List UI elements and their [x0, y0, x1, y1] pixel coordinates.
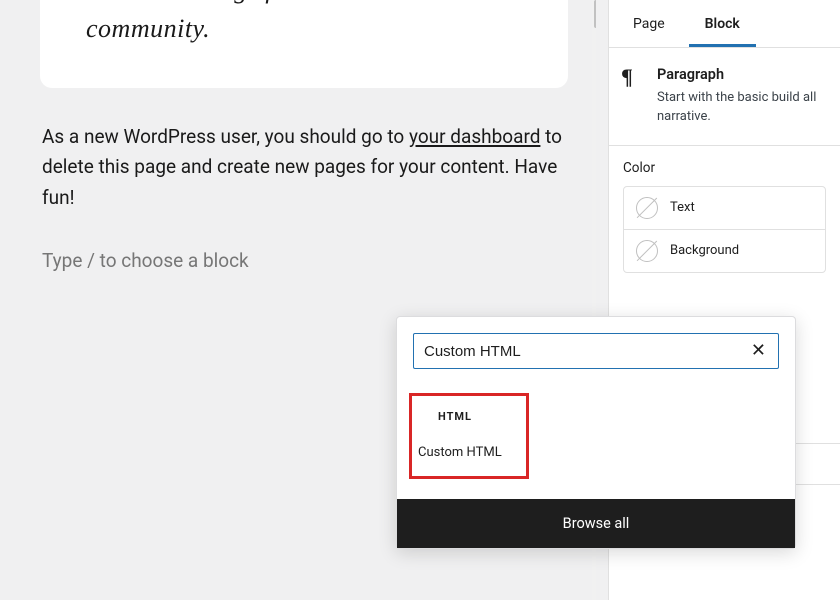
- block-intro: ¶ Paragraph Start with the basic build a…: [609, 48, 840, 146]
- dashboard-link[interactable]: your dashboard: [409, 125, 540, 148]
- color-item-text[interactable]: Text: [624, 187, 825, 230]
- color-section: Color Text Background: [609, 146, 840, 283]
- empty-swatch-icon: [636, 240, 658, 262]
- hero-block[interactable]: awesome things for the Gotham community.: [40, 0, 568, 88]
- paragraph-block[interactable]: As a new WordPress user, you should go t…: [40, 122, 568, 213]
- sidebar-tabs: Page Block: [609, 0, 840, 48]
- inserter-results: HTML Custom HTML: [397, 381, 795, 499]
- scrollbar-thumb[interactable]: [594, 0, 606, 28]
- block-intro-title: Paragraph: [657, 66, 826, 83]
- browse-all-button[interactable]: Browse all: [397, 499, 795, 548]
- inserter-search[interactable]: ✕: [413, 333, 779, 369]
- block-inserter-popover: ✕ HTML Custom HTML Browse all: [396, 316, 796, 549]
- color-label: Text: [670, 200, 695, 215]
- empty-swatch-icon: [636, 197, 658, 219]
- color-label: Background: [670, 243, 739, 258]
- tab-block[interactable]: Block: [689, 6, 756, 47]
- tab-page[interactable]: Page: [617, 6, 681, 47]
- block-appender-placeholder[interactable]: Type / to choose a block: [40, 249, 568, 272]
- paragraph-icon: ¶: [621, 66, 645, 90]
- color-heading: Color: [623, 160, 826, 176]
- html-icon: HTML: [438, 410, 520, 423]
- hero-text: awesome things for the Gotham community.: [86, 0, 522, 48]
- block-intro-desc: Start with the basic build all narrative…: [657, 89, 826, 127]
- clear-icon[interactable]: ✕: [749, 342, 768, 360]
- result-label: Custom HTML: [418, 445, 520, 460]
- color-item-background[interactable]: Background: [624, 230, 825, 272]
- color-list: Text Background: [623, 186, 826, 273]
- block-result-custom-html[interactable]: HTML Custom HTML: [409, 393, 529, 479]
- search-input[interactable]: [424, 343, 749, 360]
- body-text-before: As a new WordPress user, you should go t…: [42, 125, 409, 148]
